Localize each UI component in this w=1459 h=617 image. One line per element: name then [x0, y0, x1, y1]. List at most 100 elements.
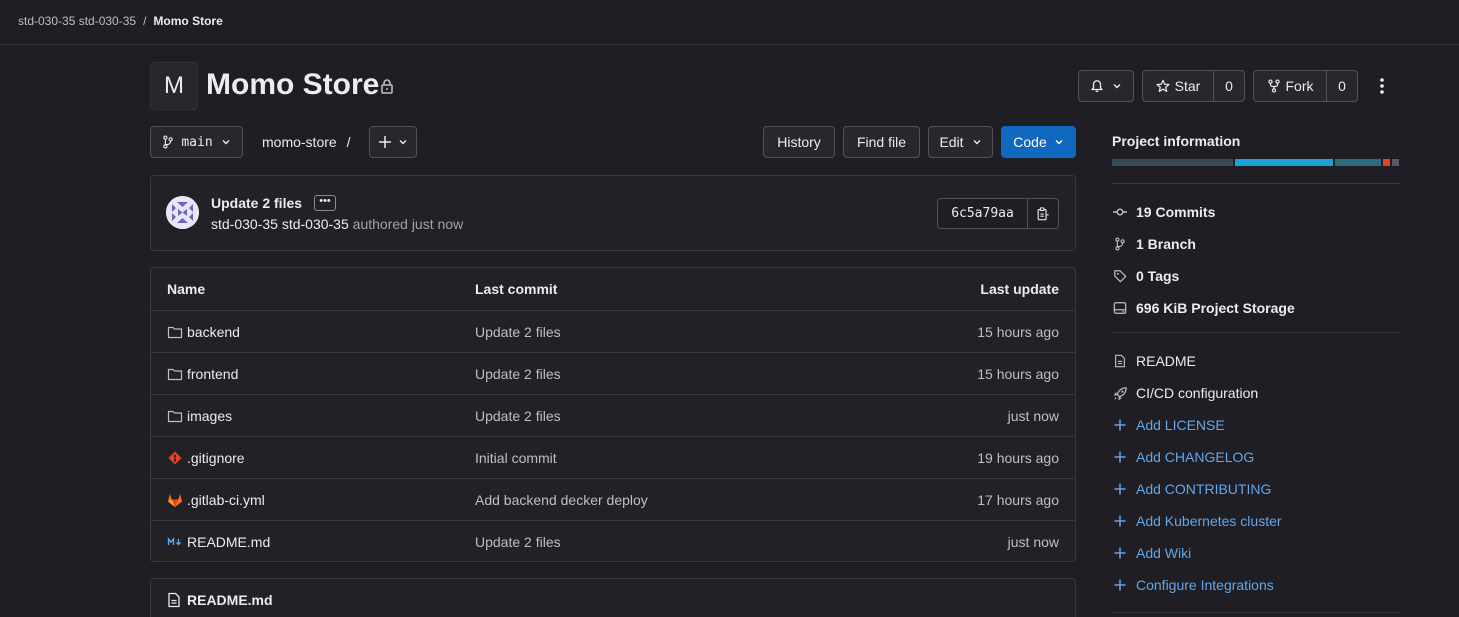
sidebar-divider: [1112, 612, 1401, 613]
commit-title-link[interactable]: Update 2 files: [211, 195, 302, 211]
language-bar-segment: [1112, 159, 1233, 166]
document-icon: [168, 592, 180, 608]
document-icon: [1115, 354, 1125, 368]
file-commit-link[interactable]: Update 2 files: [475, 324, 561, 340]
file-name-link[interactable]: .gitignore: [187, 450, 245, 466]
code-dropdown[interactable]: Code: [1001, 126, 1076, 158]
kebab-menu-icon: [1380, 78, 1384, 94]
table-row[interactable]: frontend Update 2 files 15 hours ago: [151, 352, 1075, 394]
more-actions-button[interactable]: [1372, 76, 1392, 96]
storage-link[interactable]: 696 KiB Project Storage: [1112, 298, 1295, 318]
add-license-label: Add LICENSE: [1136, 417, 1225, 433]
table-row[interactable]: images Update 2 files just now: [151, 394, 1075, 436]
star-button-group: Star 0: [1142, 70, 1245, 102]
file-commit-link[interactable]: Update 2 files: [475, 408, 561, 424]
identicon-icon: [166, 196, 199, 229]
commit-description-toggle[interactable]: •••: [314, 195, 336, 211]
table-header-row: Name Last commit Last update: [151, 268, 1075, 310]
star-count[interactable]: 0: [1213, 71, 1244, 101]
fork-count[interactable]: 0: [1326, 71, 1357, 101]
repository-languages-bar[interactable]: [1112, 159, 1401, 166]
bell-icon: [1090, 80, 1104, 92]
tags-link[interactable]: 0 Tags: [1112, 266, 1179, 286]
branches-count-label: 1 Branch: [1136, 236, 1196, 252]
commit-sha[interactable]: 6c5a79aa: [938, 199, 1028, 228]
copy-sha-button[interactable]: [1028, 199, 1058, 228]
file-commit-link[interactable]: Update 2 files: [475, 366, 561, 382]
storage-size-label: 696 KiB Project Storage: [1136, 300, 1295, 316]
table-row[interactable]: .gitignore Initial commit 19 hours ago: [151, 436, 1075, 478]
file-name-link[interactable]: images: [187, 408, 232, 424]
rocket-icon: [1113, 386, 1127, 400]
branches-link[interactable]: 1 Branch: [1112, 234, 1196, 254]
table-row[interactable]: README.md Update 2 files just now: [151, 520, 1075, 562]
plus-icon: [1114, 547, 1126, 559]
branch-icon: [163, 135, 174, 149]
language-bar-segment: [1383, 159, 1390, 166]
edit-label: Edit: [939, 134, 964, 150]
cicd-configuration-link[interactable]: CI/CD configuration: [1112, 383, 1258, 403]
plus-icon: [1114, 483, 1126, 495]
file-name-link[interactable]: .gitlab-ci.yml: [187, 492, 265, 508]
readme-link[interactable]: README: [1112, 351, 1196, 371]
repo-path-link[interactable]: momo-store: [262, 134, 337, 150]
commit-author-link[interactable]: std-030-35 std-030-35: [211, 216, 349, 232]
add-to-tree-dropdown[interactable]: [369, 126, 417, 158]
configure-integrations-link[interactable]: Configure Integrations: [1112, 575, 1274, 595]
project-avatar-letter: M: [164, 72, 184, 99]
repo-path-separator: /: [346, 134, 351, 150]
fork-icon: [1267, 79, 1280, 93]
file-commit-link[interactable]: Initial commit: [475, 450, 557, 466]
breadcrumb-group-link[interactable]: std-030-35 std-030-35: [18, 14, 136, 28]
file-name-link[interactable]: backend: [187, 324, 240, 340]
tags-count-label: 0 Tags: [1136, 268, 1180, 284]
commit-meta: std-030-35 std-030-35 authored just now: [211, 216, 463, 232]
plus-icon: [379, 136, 391, 148]
branch-selector[interactable]: main: [150, 126, 243, 158]
history-button[interactable]: History: [763, 126, 835, 158]
copy-icon: [1037, 206, 1049, 220]
add-contributing-link[interactable]: Add CONTRIBUTING: [1112, 479, 1271, 499]
file-commit-link[interactable]: Add backend decker deploy: [475, 492, 648, 508]
add-wiki-link[interactable]: Add Wiki: [1112, 543, 1191, 563]
plus-icon: [1114, 515, 1126, 527]
plus-icon: [1114, 579, 1126, 591]
add-kubernetes-cluster-link[interactable]: Add Kubernetes cluster: [1112, 511, 1282, 531]
star-button[interactable]: Star: [1143, 71, 1213, 101]
add-license-link[interactable]: Add LICENSE: [1112, 415, 1225, 435]
table-row[interactable]: backend Update 2 files 15 hours ago: [151, 310, 1075, 352]
lock-icon: [381, 79, 393, 94]
file-updated-time: 19 hours ago: [977, 450, 1059, 466]
chevron-down-icon: [1055, 140, 1063, 145]
markdown-icon: [167, 537, 181, 546]
file-name-link[interactable]: frontend: [187, 366, 238, 382]
configure-integrations-label: Configure Integrations: [1136, 577, 1274, 593]
gitlab-icon: [168, 494, 182, 507]
readme-link-label: README: [1136, 353, 1196, 369]
author-avatar[interactable]: [166, 196, 199, 229]
branch-icon: [1115, 237, 1125, 251]
commits-count-label: 19 Commits: [1136, 204, 1216, 220]
readme-panel: [150, 578, 1076, 617]
edit-dropdown[interactable]: Edit: [928, 126, 993, 158]
page-title: Momo Store: [206, 68, 380, 101]
column-header-last-update: Last update: [980, 281, 1059, 297]
find-file-button[interactable]: Find file: [843, 126, 920, 158]
breadcrumb: std-030-35 std-030-35 / Momo Store: [18, 14, 223, 28]
readme-title[interactable]: README.md: [187, 592, 273, 608]
table-row[interactable]: .gitlab-ci.yml Add backend decker deploy…: [151, 478, 1075, 520]
plus-icon: [1114, 451, 1126, 463]
fork-label: Fork: [1285, 78, 1314, 94]
file-updated-time: 17 hours ago: [977, 492, 1059, 508]
commit-authored-time: authored just now: [352, 216, 464, 232]
commits-link[interactable]: 19 Commits: [1112, 202, 1215, 222]
storage-icon: [1113, 302, 1127, 314]
file-commit-link[interactable]: Update 2 files: [475, 534, 561, 550]
fork-button[interactable]: Fork: [1254, 71, 1326, 101]
file-name-link[interactable]: README.md: [187, 534, 270, 550]
folder-icon: [167, 326, 183, 339]
file-updated-time: 15 hours ago: [977, 366, 1059, 382]
breadcrumb-project-link[interactable]: Momo Store: [153, 14, 222, 28]
add-changelog-link[interactable]: Add CHANGELOG: [1112, 447, 1254, 467]
notifications-dropdown[interactable]: [1078, 70, 1134, 102]
